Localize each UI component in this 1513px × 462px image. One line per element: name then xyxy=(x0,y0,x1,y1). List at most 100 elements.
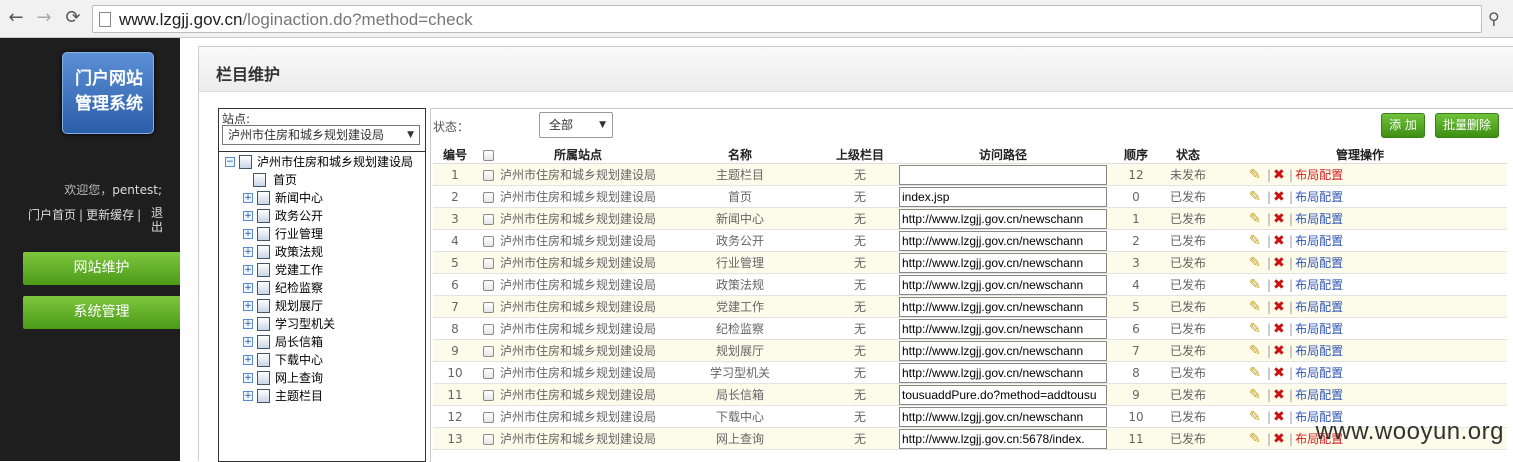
delete-icon[interactable]: ✖ xyxy=(1273,343,1287,359)
delete-icon[interactable]: ✖ xyxy=(1273,233,1287,249)
pencil-icon[interactable]: ✎ xyxy=(1249,431,1265,447)
expand-icon[interactable]: + xyxy=(243,355,253,365)
delete-icon[interactable]: ✖ xyxy=(1273,365,1287,381)
pencil-icon[interactable]: ✎ xyxy=(1249,255,1265,271)
expand-icon[interactable]: + xyxy=(243,229,253,239)
layout-config-link[interactable]: 布局配置 xyxy=(1295,388,1343,402)
delete-icon[interactable]: ✖ xyxy=(1273,255,1287,271)
link-home[interactable]: 门户首页 xyxy=(28,208,76,222)
path-input[interactable]: http://www.lzgjj.gov.cn:5678/index. xyxy=(899,428,1107,449)
pencil-icon[interactable]: ✎ xyxy=(1249,409,1265,425)
pencil-icon[interactable]: ✎ xyxy=(1249,387,1265,403)
batch-delete-button[interactable]: 批量删除 xyxy=(1435,113,1499,138)
delete-icon[interactable]: ✖ xyxy=(1273,277,1287,293)
row-checkbox[interactable] xyxy=(482,301,494,313)
menu-site-maintenance[interactable]: 网站维护 xyxy=(23,252,180,285)
delete-icon[interactable]: ✖ xyxy=(1273,167,1287,183)
expand-icon[interactable]: + xyxy=(243,319,253,329)
row-checkbox[interactable] xyxy=(482,213,494,225)
delete-icon[interactable]: ✖ xyxy=(1273,189,1287,205)
layout-config-link[interactable]: 布局配置 xyxy=(1295,344,1343,358)
expand-icon[interactable]: + xyxy=(243,373,253,383)
delete-icon[interactable]: ✖ xyxy=(1273,321,1287,337)
logo: 门户网站 管理系统 xyxy=(62,52,154,134)
path-input[interactable]: http://www.lzgjj.gov.cn/newschann xyxy=(899,274,1107,295)
row-checkbox[interactable] xyxy=(482,433,494,445)
cell-status: 已发布 xyxy=(1163,405,1213,428)
wrench-icon[interactable]: ⚲ xyxy=(1488,9,1500,28)
menu-system-management[interactable]: 系统管理 xyxy=(23,296,180,329)
path-input[interactable]: http://www.lzgjj.gov.cn/newschann xyxy=(899,406,1107,427)
expand-icon[interactable]: + xyxy=(243,211,253,221)
pencil-icon[interactable]: ✎ xyxy=(1249,321,1265,337)
status-select[interactable]: 全部 ▼ xyxy=(539,112,613,138)
pencil-icon[interactable]: ✎ xyxy=(1249,211,1265,227)
expand-icon[interactable]: + xyxy=(243,283,253,293)
row-checkbox[interactable] xyxy=(482,279,494,291)
layout-config-link[interactable]: 布局配置 xyxy=(1295,168,1343,182)
layout-config-link[interactable]: 布局配置 xyxy=(1295,278,1343,292)
cell-site: 泸州市住房和城乡规划建设局 xyxy=(499,361,657,384)
expand-icon[interactable]: + xyxy=(243,193,253,203)
expand-icon[interactable]: + xyxy=(243,265,253,275)
expand-icon[interactable]: + xyxy=(243,247,253,257)
row-checkbox[interactable] xyxy=(482,323,494,335)
layout-config-link[interactable]: 布局配置 xyxy=(1295,234,1343,248)
path-input[interactable] xyxy=(899,164,1107,185)
row-checkbox[interactable] xyxy=(482,367,494,379)
layout-config-link[interactable]: 布局配置 xyxy=(1295,190,1343,204)
path-input[interactable]: http://www.lzgjj.gov.cn/newschann xyxy=(899,318,1107,339)
pencil-icon[interactable]: ✎ xyxy=(1249,343,1265,359)
arrow-right-icon[interactable]: → xyxy=(32,6,56,30)
cell-parent: 无 xyxy=(823,229,897,252)
pencil-icon[interactable]: ✎ xyxy=(1249,277,1265,293)
table-row: 2 泸州市住房和城乡规划建设局 首页无 index.jsp 0 已发布 ✎ | ✖ | 布局配置 xyxy=(433,185,1507,208)
layout-config-link[interactable]: 布局配置 xyxy=(1295,256,1343,270)
layout-config-link[interactable]: 布局配置 xyxy=(1295,300,1343,314)
site-select[interactable]: 泸州市住房和城乡规划建设局 ▼ xyxy=(222,125,420,145)
expand-icon[interactable]: + xyxy=(243,337,253,347)
row-checkbox[interactable] xyxy=(482,345,494,357)
path-input[interactable]: index.jsp xyxy=(899,186,1107,207)
cell-path: http://www.lzgjj.gov.cn/newschann xyxy=(897,273,1109,296)
collapse-icon[interactable]: − xyxy=(225,157,235,167)
folder-icon xyxy=(257,353,270,367)
layout-config-link[interactable]: 布局配置 xyxy=(1295,212,1343,226)
row-checkbox[interactable] xyxy=(482,411,494,423)
layout-config-link[interactable]: 布局配置 xyxy=(1295,366,1343,380)
pencil-icon[interactable]: ✎ xyxy=(1249,233,1265,249)
delete-icon[interactable]: ✖ xyxy=(1273,409,1287,425)
row-checkbox[interactable] xyxy=(482,191,494,203)
pencil-icon[interactable]: ✎ xyxy=(1249,365,1265,381)
add-button[interactable]: 添 加 xyxy=(1381,113,1425,138)
row-checkbox[interactable] xyxy=(482,235,494,247)
link-logout[interactable]: 退出 xyxy=(151,206,165,234)
layout-config-link[interactable]: 布局配置 xyxy=(1295,322,1343,336)
address-bar[interactable]: www.lzgjj.gov.cn/loginaction.do?method=c… xyxy=(92,5,1482,33)
delete-icon[interactable]: ✖ xyxy=(1273,431,1287,447)
row-checkbox[interactable] xyxy=(482,169,494,181)
path-input[interactable]: http://www.lzgjj.gov.cn/newschann xyxy=(899,208,1107,229)
reload-icon[interactable]: ⟳ xyxy=(61,6,85,30)
expand-icon[interactable]: + xyxy=(243,301,253,311)
delete-icon[interactable]: ✖ xyxy=(1273,387,1287,403)
path-input[interactable]: http://www.lzgjj.gov.cn/newschann xyxy=(899,340,1107,361)
link-refresh-cache[interactable]: 更新缓存 xyxy=(86,208,134,222)
arrow-left-icon[interactable]: ← xyxy=(4,6,28,30)
select-all-checkbox[interactable] xyxy=(482,149,494,161)
pencil-icon[interactable]: ✎ xyxy=(1249,189,1265,205)
delete-icon[interactable]: ✖ xyxy=(1273,299,1287,315)
row-checkbox[interactable] xyxy=(482,389,494,401)
path-input[interactable]: http://www.lzgjj.gov.cn/newschann xyxy=(899,252,1107,273)
path-input[interactable]: tousuaddPure.do?method=addtousu xyxy=(899,384,1107,405)
expand-icon[interactable]: + xyxy=(243,391,253,401)
delete-icon[interactable]: ✖ xyxy=(1273,211,1287,227)
row-checkbox[interactable] xyxy=(482,257,494,269)
path-input[interactable]: http://www.lzgjj.gov.cn/newschann xyxy=(899,296,1107,317)
pencil-icon[interactable]: ✎ xyxy=(1249,299,1265,315)
pencil-icon[interactable]: ✎ xyxy=(1249,167,1265,183)
path-input[interactable]: http://www.lzgjj.gov.cn/newschann xyxy=(899,230,1107,251)
column-tree: − 泸州市住房和城乡规划建设局 首页 + 新闻中心 + 政务公开 + 行业管理 + 政策… xyxy=(219,151,425,461)
header-order: 顺序 xyxy=(1109,146,1163,164)
path-input[interactable]: http://www.lzgjj.gov.cn/newschann xyxy=(899,362,1107,383)
